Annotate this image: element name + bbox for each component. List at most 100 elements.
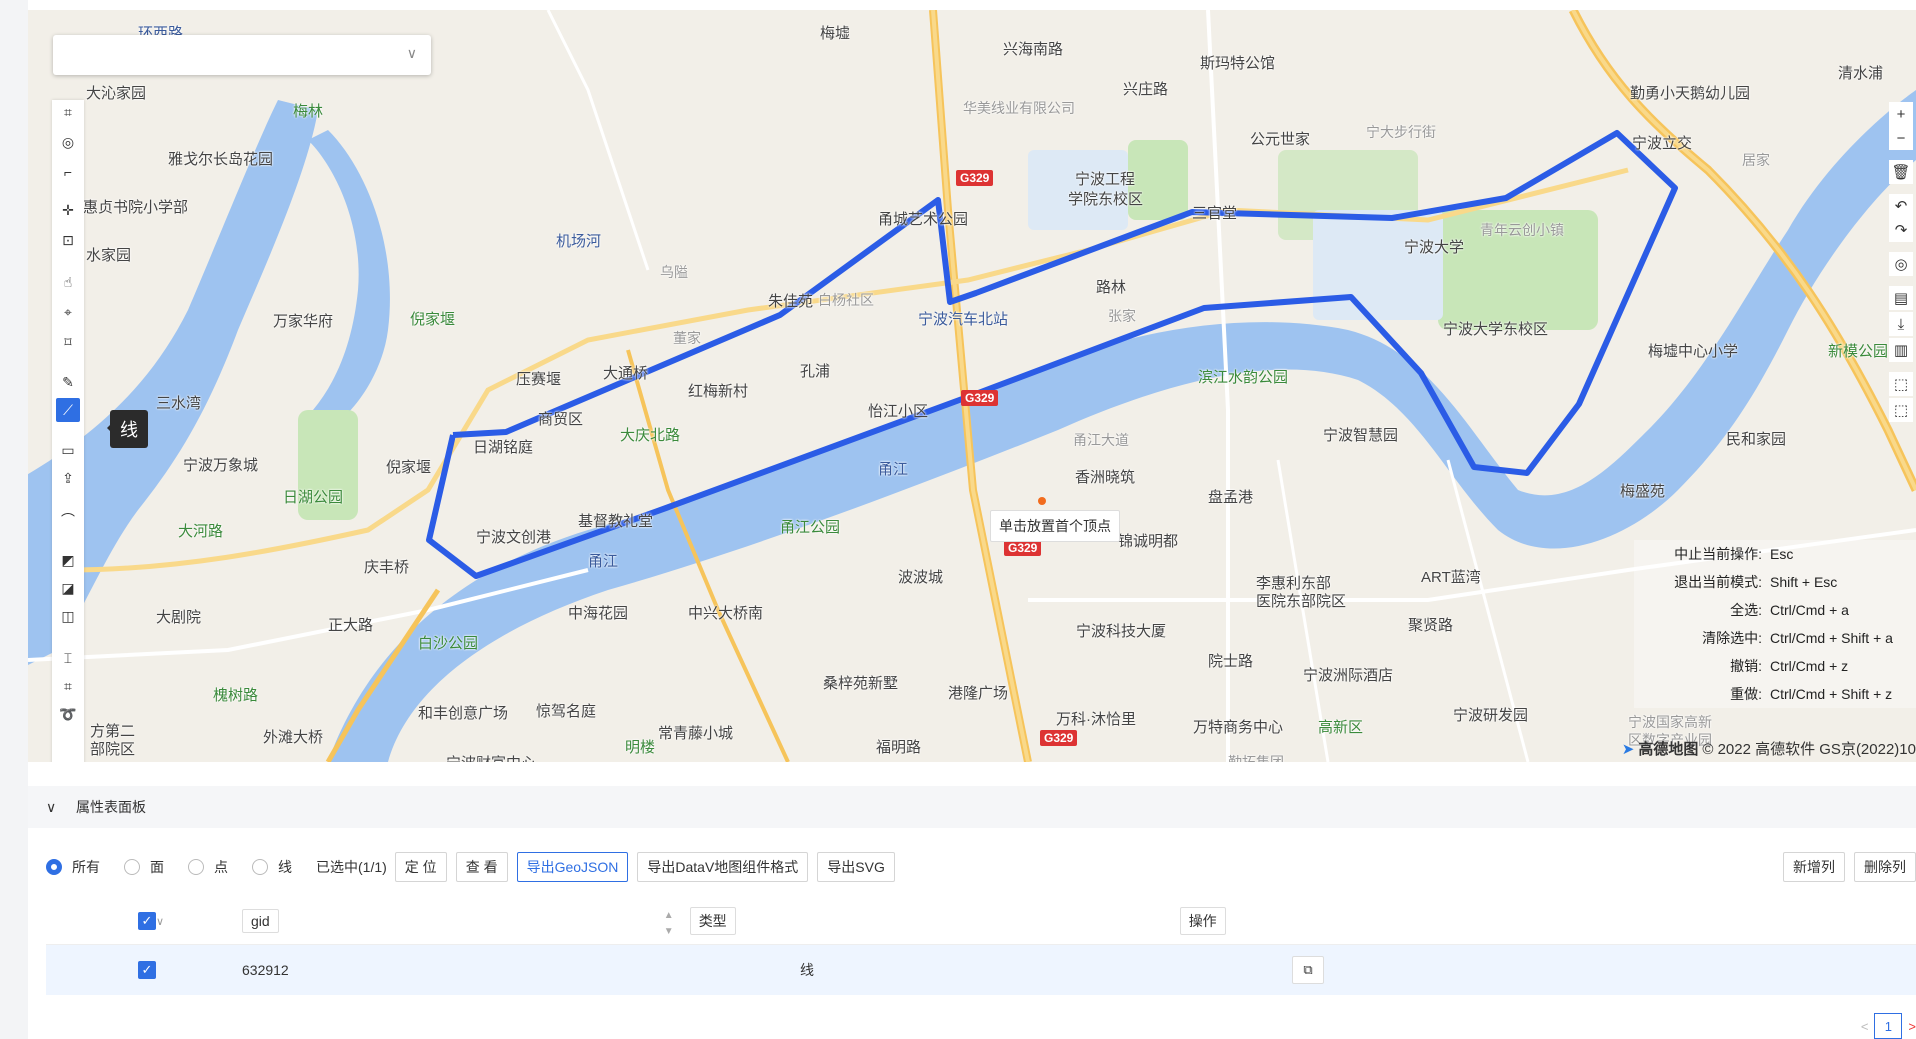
zoom-in-icon[interactable]: + [1889,102,1913,126]
export-file-icon[interactable]: ▥ [1889,338,1913,362]
sort-control[interactable]: ▲ ▼ [279,905,674,937]
shortcut-action: 退出当前模式: [1674,574,1762,590]
difference-icon[interactable]: ◫ [56,604,80,628]
add-column-button[interactable]: 新增列 [1783,852,1845,882]
select-box-icon[interactable]: ⬚ [1889,372,1913,396]
shortcut-action: 清除选中: [1702,630,1762,646]
download-icon[interactable]: ⤓ [1889,312,1913,336]
layer-dropdown[interactable]: ∨ [53,35,431,75]
shortcut-keys: Ctrl/Cmd + Shift + z [1770,686,1893,702]
table-row[interactable]: ✓ 632912 线 ⧉ [46,945,1916,995]
column-actions: 新增列 删除列 [1783,852,1916,882]
shortcut-row: 全选: Ctrl/Cmd + a [1634,596,1916,624]
radio-dot [252,859,268,875]
map-base-layer [28,10,1916,762]
export-svg-button[interactable]: 导出SVG [817,852,895,882]
draw-rect-icon[interactable]: ⊡ [56,228,80,252]
next-page-icon[interactable]: > [1908,1019,1916,1034]
filter-line-radio[interactable]: 线 [252,857,292,877]
attribute-table: ✓ ∨ gid ▲ ▼ 类型 操作 ✓ 632912 线 ⧉ [46,898,1916,995]
lasso-icon[interactable]: ➰ [56,702,80,726]
copyright-text: © 2022 高德软件 GS京(2022)10 [1702,741,1916,758]
shortcut-keys: Ctrl/Cmd + Shift + a [1770,630,1893,646]
shortcut-action: 重做: [1730,686,1762,702]
filter-point-radio[interactable]: 点 [188,857,228,877]
column-header-action[interactable]: 操作 [1179,907,1226,935]
shortcut-keys: Ctrl/Cmd + a [1770,602,1849,618]
highway-badge: G329 [956,170,994,186]
chevron-down-icon[interactable]: ∨ [46,799,64,816]
shortcut-help-panel: 中止当前操作: Esc 退出当前模式: Shift + Esc 全选: Ctrl/Cmd … [1634,540,1916,708]
radio-label: 所有 [72,859,100,875]
shortcut-action: 全选: [1730,602,1762,618]
edit-shape-icon[interactable]: ⌑ [56,330,80,354]
view-button[interactable]: 查 看 [455,852,508,882]
text-box-icon[interactable]: ▭ [56,438,80,462]
chevron-down-icon: ∨ [406,45,417,61]
draw-toolbar: ⌗ ◎ ⌐ ✛ ⊡ ☝ ⌖ ⌑ ✎ ⟋ ▭ ⇪ ⌒ ◩ ◪ ◫ ⌶ ⌗ ➰ [52,100,84,762]
target-icon[interactable]: ◎ [1889,252,1913,276]
arc-icon[interactable]: ⌒ [56,508,80,532]
intersect-icon[interactable]: ◪ [56,576,80,600]
delete-column-button[interactable]: 删除列 [1854,852,1916,882]
attribute-panel: ∨ 属性表面板 所有 面 点 线 已选中(1/1) 定 位 查 看 导出GeoJ… [28,786,1916,1039]
draw-point-icon[interactable]: ✛ [56,198,80,222]
delete-icon[interactable]: 🗑 [1889,160,1913,184]
sort-icon[interactable]: ▲ ▼ [664,910,674,937]
filter-polygon-radio[interactable]: 面 [124,857,164,877]
locate-button[interactable]: 定 位 [394,852,447,882]
map-view[interactable]: 环西路 梅墟 兴海南路 斯玛特公馆 兴庄路 华美线业有限公司 公元世家 宁大步行街 勤勇小天鹅幼… [28,10,1916,762]
panel-header[interactable]: ∨ 属性表面板 [28,786,1916,828]
prev-page-icon[interactable]: < [1861,1019,1869,1034]
row-view-icon[interactable]: ⧉ [1292,956,1324,984]
pagination: < 1 > [1861,1013,1916,1039]
radio-label: 面 [150,859,164,875]
split-icon[interactable]: ⌶ [56,646,80,670]
draw-line-icon[interactable]: ⟋ [56,398,80,422]
map-attribution: 高德地图 © 2022 高德软件 GS京(2022)10 [1622,738,1916,759]
panel-toolbar: 所有 面 点 线 已选中(1/1) 定 位 查 看 导出GeoJSON 导出Da… [46,852,1916,882]
column-header-gid[interactable]: gid [242,909,279,933]
zoom-out-icon[interactable]: − [1889,126,1913,150]
row-checkbox[interactable]: ✓ [138,961,156,979]
shortcut-row: 中止当前操作: Esc [1634,540,1916,568]
app: 环西路 梅墟 兴海南路 斯玛特公馆 兴庄路 华美线业有限公司 公元世家 宁大步行街 勤勇小天鹅幼… [28,0,1916,1039]
union-icon[interactable]: ◩ [56,548,80,572]
column-header-type[interactable]: 类型 [689,907,736,935]
pen-icon[interactable]: ✎ [56,370,80,394]
shortcut-action: 撤销: [1730,658,1762,674]
filter-all-radio[interactable]: 所有 [46,857,100,877]
radio-dot [188,859,204,875]
shortcut-keys: Esc [1770,546,1794,562]
radio-label: 线 [278,859,292,875]
map-controls: + − 🗑 ↶ ↷ ◎ ▤ ⤓ ▥ ⬚ ⬚ [1886,102,1916,502]
radio-label: 点 [214,859,228,875]
panel-title: 属性表面板 [76,799,146,815]
draw-polygon-icon[interactable]: ⌗ [56,100,80,124]
select-all-checkbox[interactable]: ✓ [138,912,156,930]
document-icon[interactable]: ▤ [1889,286,1913,310]
page-number[interactable]: 1 [1874,1013,1903,1039]
selection-count: 已选中(1/1) [316,859,387,875]
chevron-down-icon[interactable]: ∨ [156,915,176,928]
draw-path-icon[interactable]: ⌐ [56,160,80,184]
tool-tooltip: 线 [107,410,148,448]
draw-hint: 单击放置首个顶点 [990,510,1120,542]
highway-badge: G329 [961,390,999,406]
lasso-select-icon[interactable]: ⬚ [1889,398,1913,422]
radio-dot [46,859,62,875]
highway-badge: G329 [1040,730,1078,746]
select-pointer-icon[interactable]: ⌖ [56,300,80,324]
crop-icon[interactable]: ⌗ [56,674,80,698]
table-header: ✓ ∨ gid ▲ ▼ 类型 操作 [46,898,1916,945]
radio-dot [124,859,140,875]
export-geojson-button[interactable]: 导出GeoJSON [516,852,629,882]
shortcut-row: 重做: Ctrl/Cmd + Shift + z [1634,680,1916,708]
shortcut-row: 撤销: Ctrl/Cmd + z [1634,652,1916,680]
pan-hand-icon[interactable]: ☝ [56,270,80,294]
undo-icon[interactable]: ↶ [1889,194,1913,218]
redo-icon[interactable]: ↷ [1889,218,1913,242]
export-datav-button[interactable]: 导出DataV地图组件格式 [637,852,809,882]
draw-circle-icon[interactable]: ◎ [56,130,80,154]
upload-icon[interactable]: ⇪ [56,466,80,490]
